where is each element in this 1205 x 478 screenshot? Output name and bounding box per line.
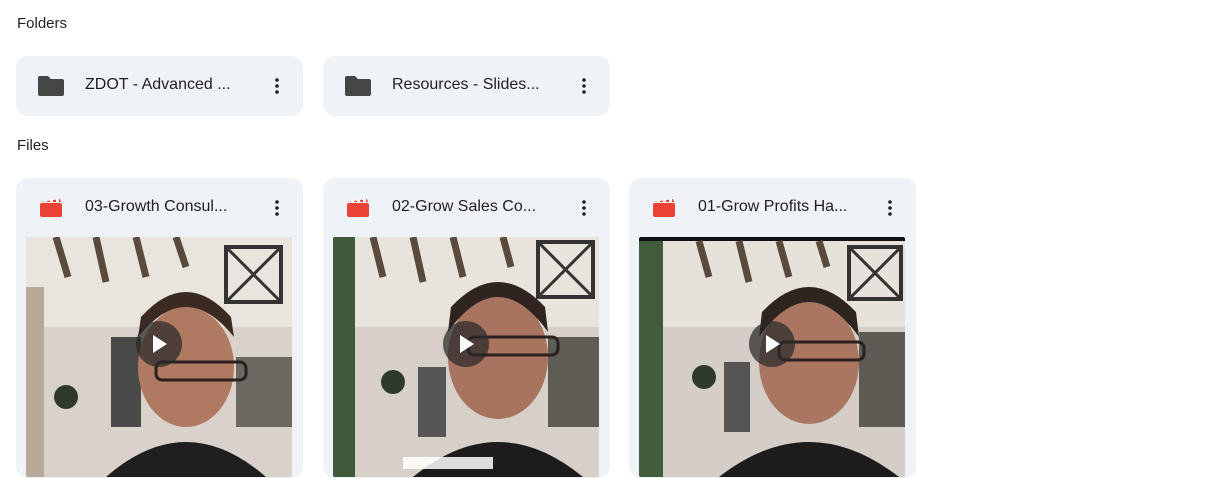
- play-button[interactable]: [749, 321, 795, 367]
- folder-card[interactable]: Resources - Slides...: [323, 56, 610, 116]
- video-thumbnail[interactable]: [26, 237, 292, 477]
- folders-section-title: Folders: [17, 15, 68, 32]
- file-card[interactable]: 01-Grow Profits Ha...: [629, 178, 916, 478]
- more-vert-icon: [275, 200, 279, 216]
- file-card[interactable]: 02-Grow Sales Co...: [323, 178, 610, 478]
- more-options-button[interactable]: [572, 70, 596, 102]
- folder-icon: [38, 76, 64, 96]
- play-button[interactable]: [443, 321, 489, 367]
- more-vert-icon: [582, 200, 586, 216]
- video-file-icon: [653, 199, 675, 217]
- folder-name: Resources - Slides...: [392, 76, 540, 93]
- video-file-icon: [347, 199, 369, 217]
- video-thumbnail[interactable]: [639, 237, 905, 477]
- folder-card[interactable]: ZDOT - Advanced ...: [16, 56, 303, 116]
- more-options-button[interactable]: [878, 192, 902, 224]
- folder-name: ZDOT - Advanced ...: [85, 76, 231, 93]
- video-thumbnail[interactable]: [333, 237, 599, 477]
- more-vert-icon: [888, 200, 892, 216]
- file-card[interactable]: 03-Growth Consul...: [16, 178, 303, 478]
- play-icon: [153, 335, 167, 353]
- play-icon: [460, 335, 474, 353]
- more-options-button[interactable]: [265, 192, 289, 224]
- more-options-button[interactable]: [572, 192, 596, 224]
- more-vert-icon: [582, 78, 586, 94]
- play-icon: [766, 335, 780, 353]
- files-section-title: Files: [17, 137, 49, 154]
- file-name: 03-Growth Consul...: [85, 198, 228, 215]
- play-button[interactable]: [136, 321, 182, 367]
- more-options-button[interactable]: [265, 70, 289, 102]
- file-name: 02-Grow Sales Co...: [392, 198, 537, 215]
- more-vert-icon: [275, 78, 279, 94]
- video-file-icon: [40, 199, 62, 217]
- file-name: 01-Grow Profits Ha...: [698, 198, 848, 215]
- folder-icon: [345, 76, 371, 96]
